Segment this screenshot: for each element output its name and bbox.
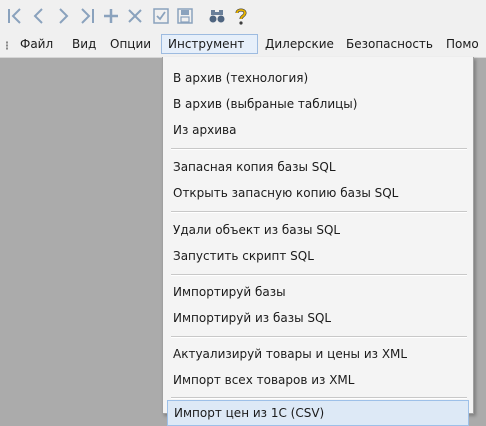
binoculars-icon	[209, 10, 225, 23]
menu-item-import-all-goods-xml[interactable]: Импорт всех товаров из XML	[167, 367, 469, 393]
menu-separator	[171, 397, 467, 399]
menu-item-from-archive[interactable]: Из архива	[167, 117, 469, 143]
menu-separator	[171, 336, 467, 338]
menu-item-import-from-sql[interactable]: Импортируй из базы SQL	[167, 305, 469, 331]
delete-button[interactable]	[124, 3, 146, 29]
workspace-area	[0, 58, 162, 414]
checkbox-icon	[153, 8, 169, 24]
menu-options[interactable]: Опции	[104, 34, 157, 54]
menu-item-open-sql-backup[interactable]: Открыть запасную копию базы SQL	[167, 180, 469, 206]
tools-dropdown-menu: В архив (технология) В архив (выбраные т…	[162, 57, 474, 426]
previous-record-icon	[33, 8, 43, 24]
menu-separator	[171, 274, 467, 276]
menu-item-archive-selected-tables[interactable]: В архив (выбраные таблицы)	[167, 91, 469, 117]
save-icon	[177, 8, 193, 24]
delete-icon	[128, 9, 142, 23]
menu-view[interactable]: Вид	[66, 34, 102, 54]
last-record-button[interactable]	[76, 3, 98, 29]
find-button[interactable]	[206, 3, 228, 29]
add-button[interactable]	[100, 3, 122, 29]
menu-item-delete-sql-object[interactable]: Удали объект из базы SQL	[167, 217, 469, 243]
checkbox-button[interactable]	[150, 3, 172, 29]
menu-item-run-sql-script[interactable]: Запустить скрипт SQL	[167, 243, 469, 269]
next-record-icon	[59, 8, 69, 24]
menu-dealers[interactable]: Дилерские	[259, 34, 340, 54]
save-button[interactable]	[174, 3, 196, 29]
menu-bar: Файл Вид Опции Инструмент Дилерские Безо…	[0, 32, 486, 58]
menu-item-update-goods-prices-xml[interactable]: Актуализируй товары и цены из XML	[167, 341, 469, 367]
help-icon	[235, 8, 247, 25]
first-record-icon	[8, 8, 21, 24]
next-record-button[interactable]	[52, 3, 74, 29]
menu-security[interactable]: Безопасность	[340, 34, 439, 54]
toolbar	[0, 0, 486, 32]
menu-separator	[171, 148, 467, 150]
add-icon	[104, 9, 118, 23]
menu-item-archive-technology[interactable]: В архив (технология)	[167, 65, 469, 91]
menu-tools[interactable]: Инструмент	[161, 34, 258, 54]
menu-separator	[171, 211, 467, 213]
menu-item-import-prices-1c-csv[interactable]: Импорт цен из 1С (CSV)	[167, 400, 469, 426]
previous-record-button[interactable]	[28, 3, 50, 29]
last-record-icon	[81, 8, 94, 24]
first-record-button[interactable]	[4, 3, 26, 29]
menu-file[interactable]: Файл	[14, 34, 59, 54]
menu-item-sql-backup[interactable]: Запасная копия базы SQL	[167, 154, 469, 180]
help-button[interactable]	[230, 3, 252, 29]
menu-item-import-databases[interactable]: Импортируй базы	[167, 279, 469, 305]
menu-help[interactable]: Помо	[440, 34, 485, 54]
menu-grip-handle[interactable]	[6, 41, 8, 50]
